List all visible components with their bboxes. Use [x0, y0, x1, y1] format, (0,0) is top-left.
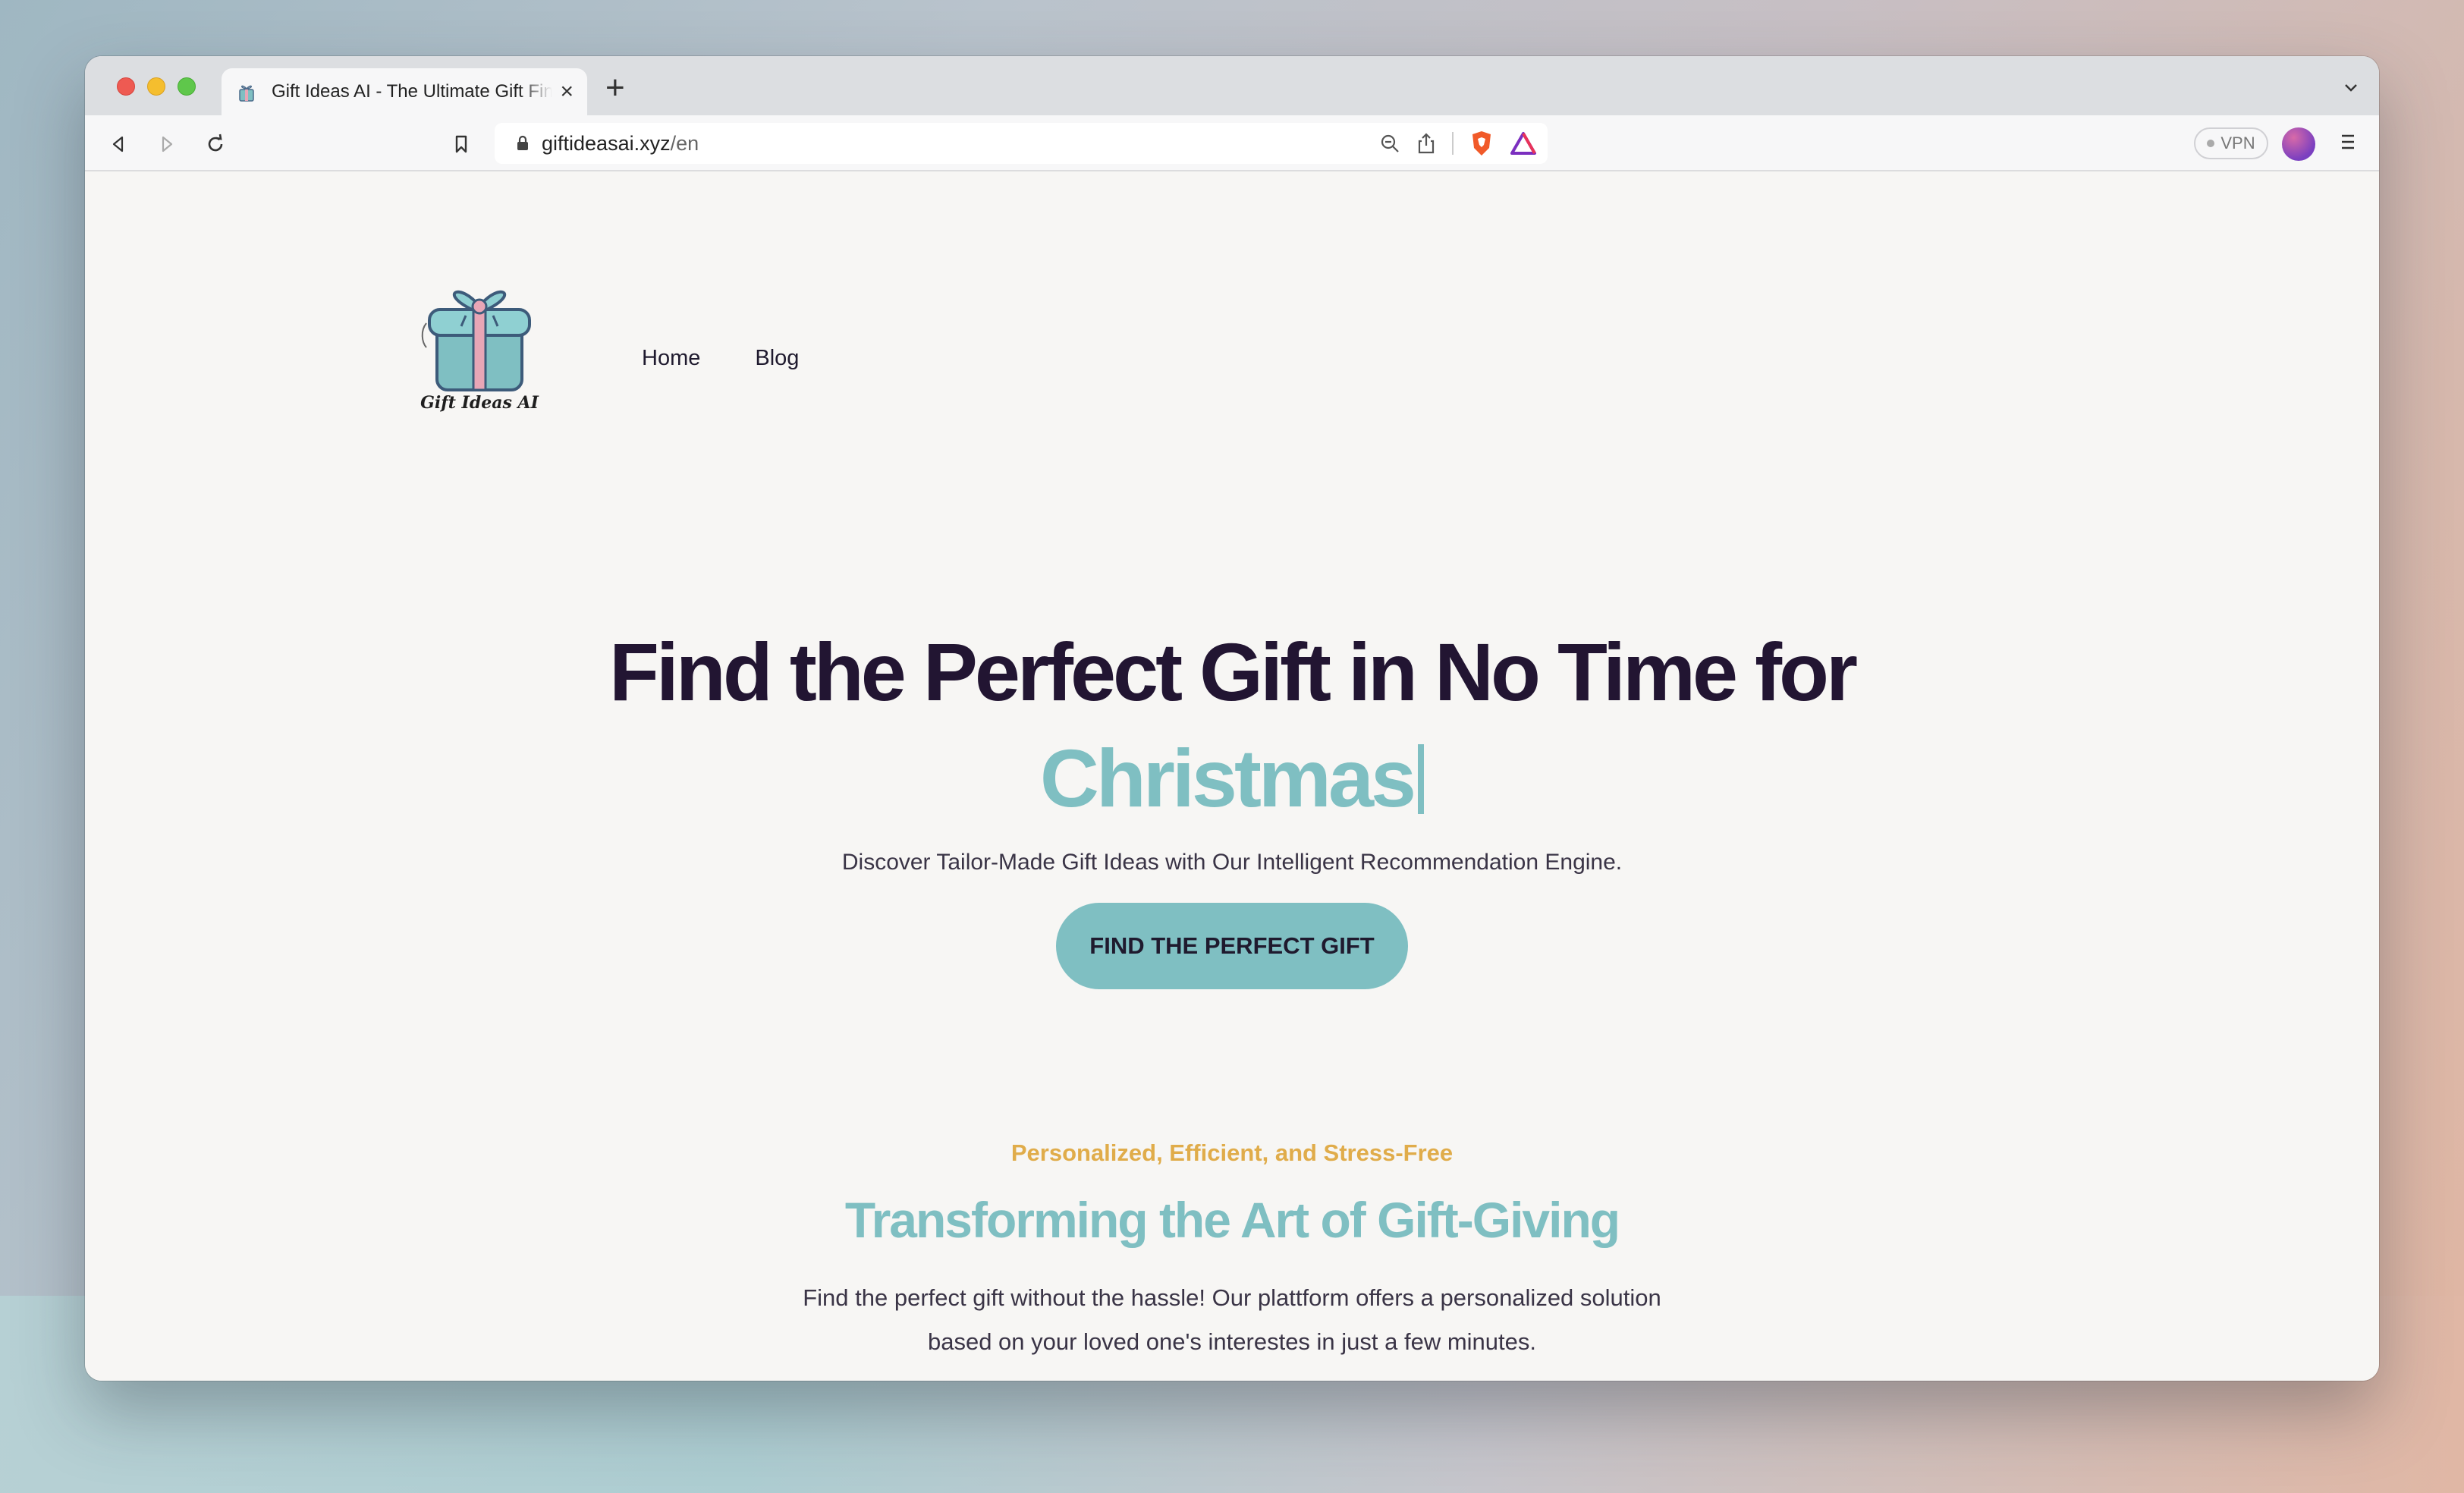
back-icon[interactable] — [105, 130, 132, 158]
features-section: Personalized, Efficient, and Stress-Free… — [85, 1139, 2379, 1364]
nav-blog[interactable]: Blog — [755, 346, 799, 371]
hero-headline: Find the Perfect Gift in No Time for Chr… — [85, 619, 2379, 831]
features-body-line-1: Find the perfect gift without the hassle… — [803, 1284, 1661, 1311]
vpn-status-dot — [2207, 140, 2215, 147]
vpn-label: VPN — [2220, 134, 2255, 152]
features-title: Transforming the Art of Gift-Giving — [844, 1192, 1620, 1248]
typing-caret — [1418, 744, 1425, 814]
browser-window: Gift Ideas AI - The Ultimate Gift Finder… — [85, 56, 2379, 1381]
tab-list-chevron-icon[interactable] — [2343, 79, 2359, 99]
address-bar-actions — [1379, 130, 1537, 157]
profile-avatar[interactable] — [2282, 127, 2315, 161]
new-tab-icon[interactable]: + — [605, 71, 625, 105]
features-body: Find the perfect gift without the hassle… — [85, 1276, 2379, 1364]
features-eyebrow: Personalized, Efficient, and Stress-Free — [1010, 1139, 1454, 1166]
site-logo[interactable]: Gift Ideas AI — [419, 278, 540, 429]
hero-section: Find the Perfect Gift in No Time for Chr… — [85, 619, 2379, 989]
find-perfect-gift-button[interactable]: FIND THE PERFECT GIFT — [1056, 903, 1408, 989]
hero-subtitle: Discover Tailor-Made Gift Ideas with Our… — [841, 850, 1623, 875]
address-bar[interactable]: giftideasai.xyz/en — [495, 123, 1548, 164]
reload-icon[interactable] — [202, 130, 229, 158]
close-window-button[interactable] — [117, 77, 135, 96]
main-nav: Home Blog — [642, 346, 799, 371]
tab-title: Gift Ideas AI - The Ultimate Gift Finder — [272, 81, 552, 102]
browser-toolbar: giftideasai.xyz/en VPN — [85, 115, 2379, 171]
tab-strip: Gift Ideas AI - The Ultimate Gift Finder… — [85, 56, 2379, 115]
logo-wordmark: Gift Ideas AI — [420, 393, 539, 413]
features-body-line-2: based on your loved one's interestes in … — [927, 1328, 1537, 1355]
toolbar-divider — [1452, 132, 1454, 155]
tab-close-icon[interactable]: × — [560, 80, 574, 103]
browser-tab-active[interactable]: Gift Ideas AI - The Ultimate Gift Finder… — [222, 68, 587, 115]
share-icon[interactable] — [1416, 132, 1437, 155]
forward-icon[interactable] — [153, 130, 181, 158]
lock-icon — [516, 135, 530, 152]
hero-headline-accent: Christmas — [85, 725, 2379, 831]
url-host: giftideasai.xyz — [542, 131, 671, 155]
hero-headline-text: Find the Perfect Gift in No Time for — [608, 626, 1858, 718]
zoom-out-icon[interactable] — [1379, 133, 1400, 154]
nav-home[interactable]: Home — [642, 346, 700, 371]
hero-occasion-word: Christmas — [1039, 732, 1416, 824]
gift-box-logo-icon — [421, 290, 531, 391]
bookmark-icon[interactable] — [448, 130, 475, 158]
url-path: /en — [670, 131, 699, 155]
brave-shields-icon[interactable] — [1469, 130, 1494, 157]
gift-favicon-icon — [235, 80, 258, 103]
vpn-button[interactable]: VPN — [2194, 127, 2268, 159]
minimize-window-button[interactable] — [147, 77, 165, 96]
hamburger-menu-icon[interactable] — [2340, 130, 2356, 157]
window-controls — [117, 77, 196, 96]
maximize-window-button[interactable] — [178, 77, 196, 96]
brave-rewards-icon[interactable] — [1510, 131, 1537, 156]
web-page: Gift Ideas AI Home Blog Find the Perfect… — [85, 171, 2379, 1381]
